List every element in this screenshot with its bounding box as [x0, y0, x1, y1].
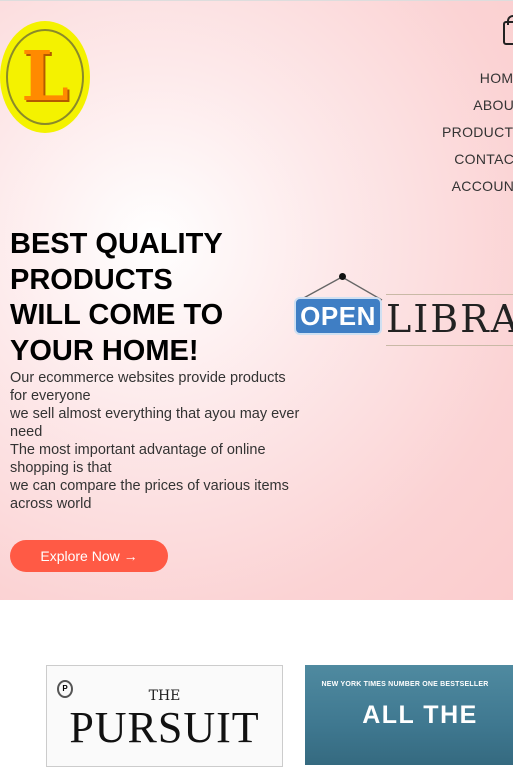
nav-contact[interactable]: CONTACT	[442, 146, 513, 173]
nav-about[interactable]: ABOUT	[442, 92, 513, 119]
open-sign-board: OPEN	[294, 297, 382, 335]
description-line: The most important advantage of online s…	[10, 442, 266, 476]
library-sign-image: LIBRA	[386, 294, 513, 346]
nav-products[interactable]: PRODUCTS	[442, 119, 513, 146]
main-nav: HOME ABOUT PRODUCTS CONTACT ACCOUNT	[442, 65, 513, 200]
book-banner: NEW YORK TIMES NUMBER ONE BESTSELLER	[321, 681, 489, 688]
logo[interactable]: L	[0, 21, 90, 133]
hero-section: L HOME ABOUT PRODUCTS CONTACT ACCOUNT BE…	[0, 0, 513, 600]
logo-letter: L	[21, 37, 69, 117]
headline-line: BEST QUALITY	[10, 228, 223, 260]
headline-line: WILL COME TO	[10, 299, 224, 331]
description-line: we sell almost everything that ayou may …	[10, 406, 300, 440]
description-line: we can compare the prices of various ite…	[10, 478, 289, 512]
explore-now-button[interactable]: Explore Now →	[10, 540, 168, 572]
book-title: ALL THE	[362, 701, 478, 729]
sign-pin	[339, 273, 346, 280]
book-title: PURSUIT	[69, 703, 260, 752]
description-line: Our ecommerce websites provide products …	[10, 370, 286, 404]
nav-account[interactable]: ACCOUNT	[442, 173, 513, 200]
shopping-bag-icon[interactable]	[503, 15, 513, 45]
hero-description: Our ecommerce websites provide products …	[10, 369, 300, 513]
book-card[interactable]: NEW YORK TIMES NUMBER ONE BESTSELLER ALL…	[305, 665, 513, 765]
hero-headline: BEST QUALITY PRODUCTS WILL COME TO YOUR …	[10, 227, 300, 369]
nav-home[interactable]: HOME	[442, 65, 513, 92]
headline-line: PRODUCTS	[10, 263, 173, 296]
headline-line: YOUR HOME!	[10, 334, 199, 367]
